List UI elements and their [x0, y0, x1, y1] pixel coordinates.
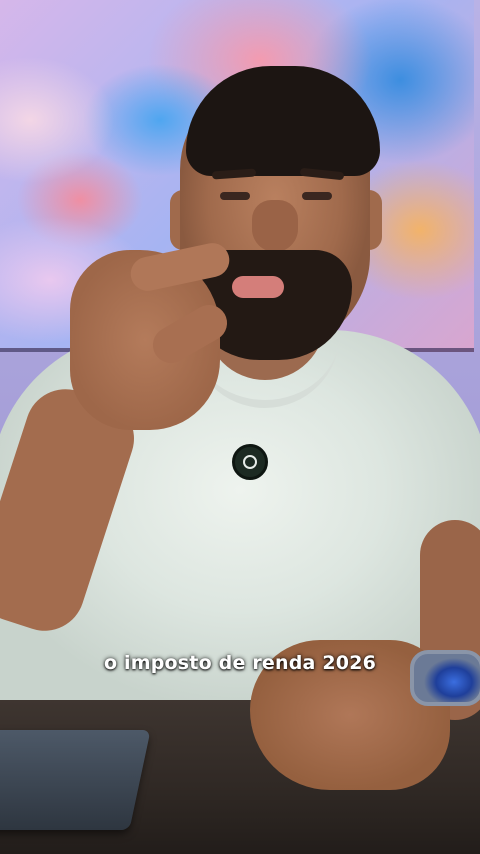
presenter-nose	[252, 200, 298, 252]
eye-left	[220, 192, 250, 200]
video-caption: o imposto de renda 2026	[103, 652, 377, 674]
eye-right	[302, 192, 332, 200]
shirt-pin-icon	[232, 444, 268, 480]
video-frame[interactable]: o imposto de renda 2026	[0, 0, 480, 854]
presenter-hair	[186, 66, 380, 176]
laptop	[0, 730, 151, 830]
presenter-mouth	[232, 276, 284, 298]
